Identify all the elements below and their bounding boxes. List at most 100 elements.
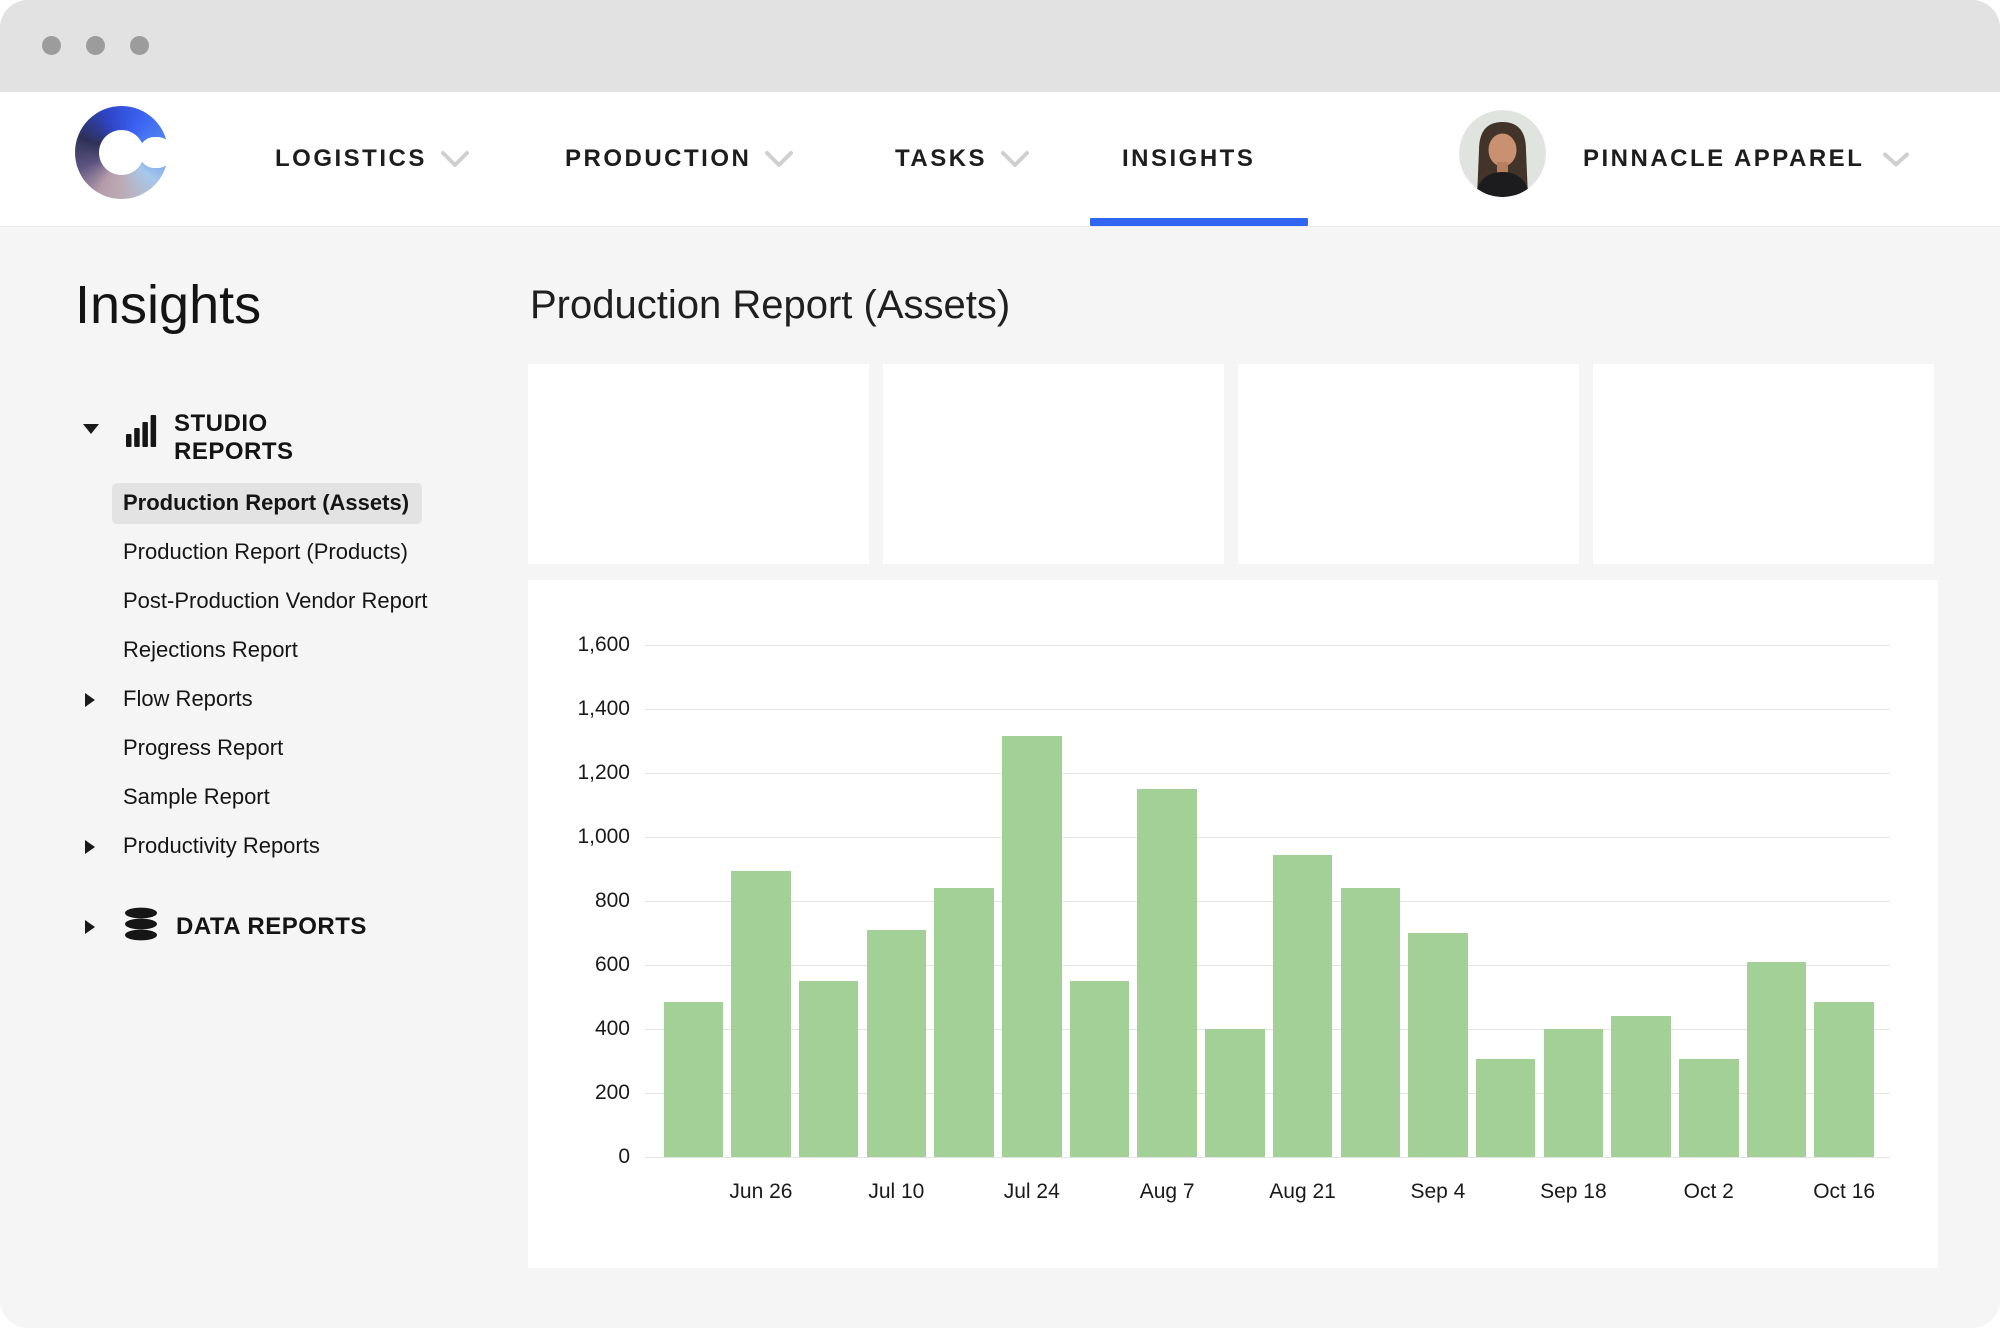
sidebar-item-sample-report[interactable]: Sample Report (123, 773, 495, 822)
chart-bar[interactable] (1544, 1029, 1604, 1157)
x-axis-tick-label: Sep 4 (1378, 1178, 1498, 1206)
brand-logo-icon[interactable] (75, 106, 168, 199)
sidebar-section-items: Production Report (Assets)Production Rep… (75, 479, 495, 871)
chart-bar[interactable] (1814, 1002, 1874, 1157)
y-axis-tick-label: 200 (528, 1079, 630, 1107)
database-icon-wrap (123, 907, 159, 946)
account-name: PINNACLE APPAREL (1583, 145, 1864, 173)
x-axis-tick-label: Jun 26 (701, 1178, 821, 1206)
x-axis-tick-label: Sep 18 (1513, 1178, 1633, 1206)
stat-card-assets-per-week (883, 364, 1224, 564)
chart-gridline (645, 1157, 1890, 1158)
chevron-down-icon (1000, 150, 1030, 168)
y-axis-tick-label: 800 (528, 887, 630, 915)
chart-bar[interactable] (1205, 1029, 1265, 1157)
stat-card-assets-per-day (528, 364, 869, 564)
caret-right-icon[interactable] (85, 920, 95, 934)
sidebar-section-label: DATA REPORTS (176, 913, 367, 941)
sidebar-item-production-report-products[interactable]: Production Report (Products) (123, 528, 495, 577)
caret-right-icon[interactable] (85, 840, 95, 854)
caret-down-icon[interactable] (83, 424, 99, 434)
chart-bar[interactable] (1273, 855, 1333, 1157)
y-axis-tick-label: 400 (528, 1015, 630, 1043)
chart-bar[interactable] (799, 981, 859, 1157)
x-axis-tick-label: Oct 2 (1649, 1178, 1769, 1206)
sidebar-item-post-production-vendor-report[interactable]: Post-Production Vendor Report (123, 577, 495, 626)
sidebar-item-label: Progress Report (112, 728, 296, 769)
chart-bar[interactable] (1070, 981, 1130, 1157)
database-icon (123, 907, 159, 941)
window-control-dot[interactable] (86, 36, 105, 55)
account-menu[interactable]: PINNACLE APPAREL (1583, 92, 1910, 226)
y-axis-tick-label: 1,600 (528, 631, 630, 659)
nav-item-production[interactable]: PRODUCTION (565, 92, 794, 226)
sidebar-item-label: Production Report (Products) (112, 532, 421, 573)
sidebar-report-tree: STUDIO REPORTS Production Report (Assets)… (75, 410, 495, 946)
window-control-dot[interactable] (42, 36, 61, 55)
bar-chart-icon (126, 412, 157, 452)
user-avatar[interactable] (1459, 110, 1546, 197)
sidebar-section-label: STUDIO REPORTS (174, 410, 344, 465)
sidebar-item-productivity-reports[interactable]: Productivity Reports (123, 822, 495, 871)
report-title: Production Report (Assets) (530, 283, 1010, 328)
sidebar-item-label: Rejections Report (112, 630, 311, 671)
logo-hole (99, 130, 144, 175)
chart-bar[interactable] (1002, 736, 1062, 1157)
caret-right-icon[interactable] (85, 693, 95, 707)
nav-item-label: INSIGHTS (1122, 145, 1255, 173)
sidebar-item-production-report-assets[interactable]: Production Report (Assets) (123, 479, 495, 528)
chart-gridline (645, 773, 1890, 774)
chart-bar[interactable] (1679, 1059, 1739, 1157)
chevron-down-icon (440, 150, 470, 168)
sidebar-item-label: Flow Reports (112, 679, 266, 720)
y-axis-tick-label: 1,200 (528, 759, 630, 787)
logo-notch (139, 137, 173, 168)
chart-bar[interactable] (1137, 789, 1197, 1157)
x-axis-tick-label: Aug 21 (1243, 1178, 1363, 1206)
chart-bar[interactable] (731, 871, 791, 1157)
chart-gridline (645, 837, 1890, 838)
chart-gridline (645, 901, 1890, 902)
stat-card-assets-per-month (1238, 364, 1579, 564)
x-axis-tick-label: Aug 7 (1107, 1178, 1227, 1206)
sidebar-item-label: Sample Report (112, 777, 283, 818)
sidebar-item-progress-report[interactable]: Progress Report (123, 724, 495, 773)
stat-cards-row (528, 364, 1934, 564)
top-navbar: LOGISTICS PRODUCTION TASKS INSIGHTS PINNACL… (0, 92, 2000, 227)
sidebar-item-rejections-report[interactable]: Rejections Report (123, 626, 495, 675)
sidebar-item-label: Post-Production Vendor Report (112, 581, 441, 622)
y-axis-tick-label: 0 (528, 1143, 630, 1171)
chart-bar[interactable] (934, 888, 994, 1157)
sidebar-section-data-reports[interactable]: DATA REPORTS (75, 907, 495, 946)
sidebar-item-label: Production Report (Assets) (112, 483, 422, 524)
chevron-down-icon (764, 150, 794, 168)
chart-gridline (645, 965, 1890, 966)
nav-item-logistics[interactable]: LOGISTICS (275, 92, 470, 226)
page-title: Insights (75, 274, 261, 336)
chart-bar[interactable] (1408, 933, 1468, 1157)
nav-item-tasks[interactable]: TASKS (895, 92, 1030, 226)
window-titlebar (0, 0, 2000, 92)
chart-bar[interactable] (1747, 962, 1807, 1157)
nav-item-label: TASKS (895, 145, 987, 173)
active-tab-underline (1090, 218, 1308, 226)
chart-bar[interactable] (664, 1002, 724, 1157)
chart-bar[interactable] (1341, 888, 1401, 1157)
nav-item-insights[interactable]: INSIGHTS (1122, 92, 1255, 226)
stat-card-total-assets (1593, 364, 1934, 564)
bar-chart-icon-wrap (126, 412, 157, 457)
sidebar-item-flow-reports[interactable]: Flow Reports (123, 675, 495, 724)
chart-bar[interactable] (1476, 1059, 1536, 1157)
chevron-down-icon (1882, 151, 1910, 168)
nav-item-label: PRODUCTION (565, 145, 751, 173)
chart-bar[interactable] (867, 930, 927, 1157)
window-control-dot[interactable] (130, 36, 149, 55)
y-axis-tick-label: 600 (528, 951, 630, 979)
avatar-image (1459, 110, 1546, 197)
y-axis-tick-label: 1,000 (528, 823, 630, 851)
app-window: LOGISTICS PRODUCTION TASKS INSIGHTS PINNACL… (0, 0, 2000, 1328)
sidebar-section-studio-reports[interactable]: STUDIO REPORTS (75, 410, 495, 465)
x-axis-tick-label: Oct 16 (1784, 1178, 1904, 1206)
sidebar-item-label: Productivity Reports (112, 826, 333, 867)
chart-bar[interactable] (1611, 1016, 1671, 1157)
